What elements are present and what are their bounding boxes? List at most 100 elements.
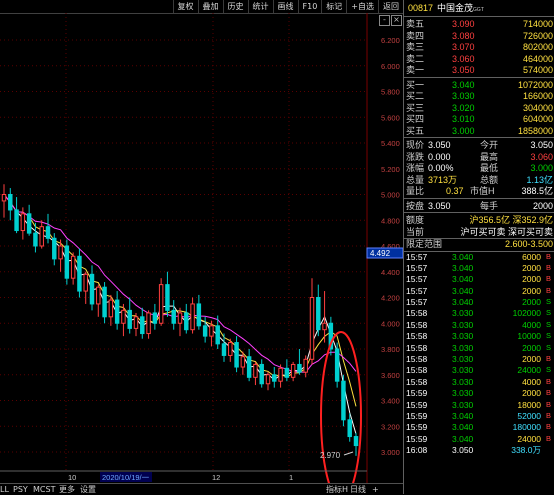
label-meishou: 每手 [480,200,499,211]
ask-price: 3.070 [452,42,475,52]
candle-down [202,325,208,337]
trade-time: 15:59 [406,410,428,421]
trade-volume: 2000 [522,285,541,296]
trade-time: 15:57 [406,285,428,296]
trade-price: 3.040 [452,285,474,296]
trade-volume: 4000 [522,376,541,387]
candle-up [309,297,315,360]
quote-panel: 00817 中国金茂GGT 卖五 3.090 714000 卖四 3.080 726000 卖… [403,0,554,494]
quote-stats: 现价 3.050 今开 3.050 涨跌 0.000 最高 3.060 涨幅 0.00% 最低 3… [404,137,554,198]
candle-down [102,286,107,318]
trade-side-badge: S [545,331,551,341]
bid-level-label: 买五 [406,125,425,136]
ask-row: 卖一 3.050 574000 [404,65,554,77]
candles [1,184,359,456]
trade-volume: 10000 [517,331,541,342]
bid-price: 3.000 [452,125,475,136]
trade-side-badge: S [545,365,551,375]
candle-down [26,213,32,234]
toolbar-draw[interactable]: 画线 [272,0,298,13]
value-zongliang: 3713万 [428,174,458,185]
y-tick-label: 3.800 [381,345,400,354]
ask-book: 卖五 3.090 714000 卖四 3.080 726000 卖三 3.070 802000 卖… [404,17,554,77]
candle-down [127,309,132,329]
toolbar-stats[interactable]: 统计 [247,0,273,13]
trade-time: 15:58 [406,331,428,342]
toolbar-f10[interactable]: F10 [297,0,322,13]
kline-chart[interactable]: 6.200 6.000 5.800 5.600 5.400 5.200 5.000 4.800… [0,13,403,483]
trade-time: 15:58 [406,319,428,330]
toolbar-back[interactable]: 返回 [378,0,403,13]
trade-side-badge: B [545,410,551,420]
candle-up [177,312,183,324]
label-anpan: 按盘 [406,200,425,211]
trade-row: 15:59 3.030 18000 B [404,400,554,411]
ask-row: 卖四 3.080 726000 [404,31,554,43]
tab-more[interactable]: 更多 [59,484,75,495]
candle-down [259,363,264,385]
ask-price: 3.090 [452,19,475,29]
indicator-h-button[interactable]: 指标H [326,484,348,495]
ask-price: 3.060 [452,53,475,64]
tab-ll[interactable]: LL [0,484,9,495]
y-tick-label: 3.600 [381,371,400,380]
value-xianding: 2.600-3.500 [504,239,553,249]
trade-time: 15:57 [406,262,428,273]
add-button[interactable]: + [372,484,379,495]
trade-volume: 2000 [522,388,541,399]
trade-time: 15:57 [406,297,428,308]
bid-level-label: 买四 [406,114,425,124]
y-tick-label: 6.200 [381,36,400,45]
trade-time: 15:59 [406,433,428,444]
trade-price: 3.030 [452,331,474,342]
stock-name: 中国金茂 [437,3,474,13]
ask-level-label: 卖一 [406,65,425,75]
trade-price: 3.030 [452,319,474,330]
trade-price: 3.030 [452,354,474,365]
trade-side-badge: B [545,422,551,432]
tab-settings[interactable]: 设置 [80,484,96,495]
candle-up [265,374,271,385]
trade-price: 3.030 [452,399,474,410]
candle-down [14,209,19,232]
label-shizhi: 市值H [470,186,495,196]
value-xianjia: 3.050 [428,140,451,150]
trade-side-badge: B [545,274,551,284]
quota-section: 额度 沪356.5亿 深352.9亿 当前 沪可买可卖 深可买可卖 限定范围 2.60… [404,212,554,251]
candle-up [240,356,246,368]
toolbar-fuquan[interactable]: 复权 [172,0,198,13]
date-label: 12 [212,473,220,482]
trade-price: 3.040 [452,410,474,421]
candle-down [215,325,220,345]
candle-up [228,342,233,356]
toolbar-history[interactable]: 历史 [222,0,248,13]
toolbar-overlay[interactable]: 叠加 [197,0,223,13]
ask-volume: 726000 [522,30,553,41]
stock-header: 00817 中国金茂GGT [404,0,554,17]
candle-down [196,303,202,327]
candle-down [353,436,359,447]
chart-toolbar: 复权 叠加 历史 统计 画线 F10 标记 +自选 返回 [0,0,403,14]
candle-down [341,380,346,421]
bid-level-label: 买一 [406,79,425,90]
trade-price: 3.040 [452,433,474,444]
toolbar-mark[interactable]: 标记 [321,0,346,13]
ggt-tag: GGT [473,7,484,13]
trade-row: 15:57 3.040 2000 S [404,297,554,308]
candle-down [272,374,277,382]
bid-row: 买五 3.000 1858000 [404,126,554,138]
y-tick-label: 5.600 [381,113,400,122]
candle-up [108,299,114,318]
trade-row: 15:58 3.030 4000 B [404,377,554,388]
trade-ticks[interactable]: 15:57 3.040 6000 B 15:57 3.040 2000 B 15:57 3.040… [404,250,554,457]
trade-volume: 338.0万 [511,445,541,456]
trade-price: 3.030 [452,342,474,353]
date-label: 10 [68,473,76,482]
tab-mcst[interactable]: MCST [33,484,55,495]
period-daily-button[interactable]: 日线 [350,484,366,495]
trade-side-badge: S [545,297,551,307]
bid-row: 买二 3.030 166000 [404,91,554,103]
bid-row: 买三 3.020 304000 [404,103,554,115]
tab-psy[interactable]: PSY [13,484,28,495]
toolbar-add-watchlist[interactable]: +自选 [346,0,378,13]
